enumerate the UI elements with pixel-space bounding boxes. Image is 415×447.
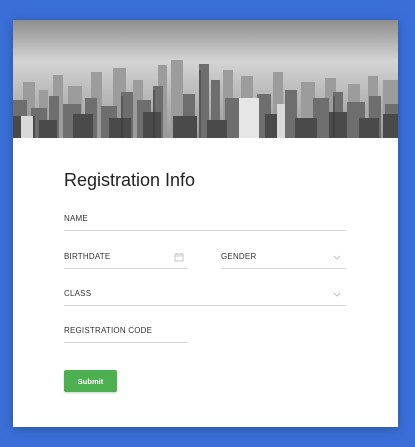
registration-code-field[interactable]: REGISTRATION CODE <box>64 324 188 343</box>
chevron-down-icon <box>333 292 341 297</box>
submit-button[interactable]: Submit <box>64 370 117 392</box>
registration-code-label: REGISTRATION CODE <box>64 326 153 335</box>
class-label: CLASS <box>64 289 92 298</box>
class-select[interactable]: CLASS <box>64 287 346 306</box>
gender-select[interactable]: GENDER <box>221 250 346 269</box>
birthdate-label: BIRTHDATE <box>64 252 111 261</box>
name-label: NAME <box>64 214 88 223</box>
birthdate-field[interactable]: BIRTHDATE <box>64 250 188 269</box>
name-field[interactable]: NAME <box>64 212 346 231</box>
city-skyline-image <box>13 20 398 138</box>
registration-card: Registration Info NAME BIRTHDATE GENDER … <box>13 20 398 427</box>
gender-label: GENDER <box>221 252 257 261</box>
page-title: Registration Info <box>64 170 196 190</box>
calendar-icon[interactable] <box>174 252 184 262</box>
chevron-down-icon <box>333 255 341 260</box>
